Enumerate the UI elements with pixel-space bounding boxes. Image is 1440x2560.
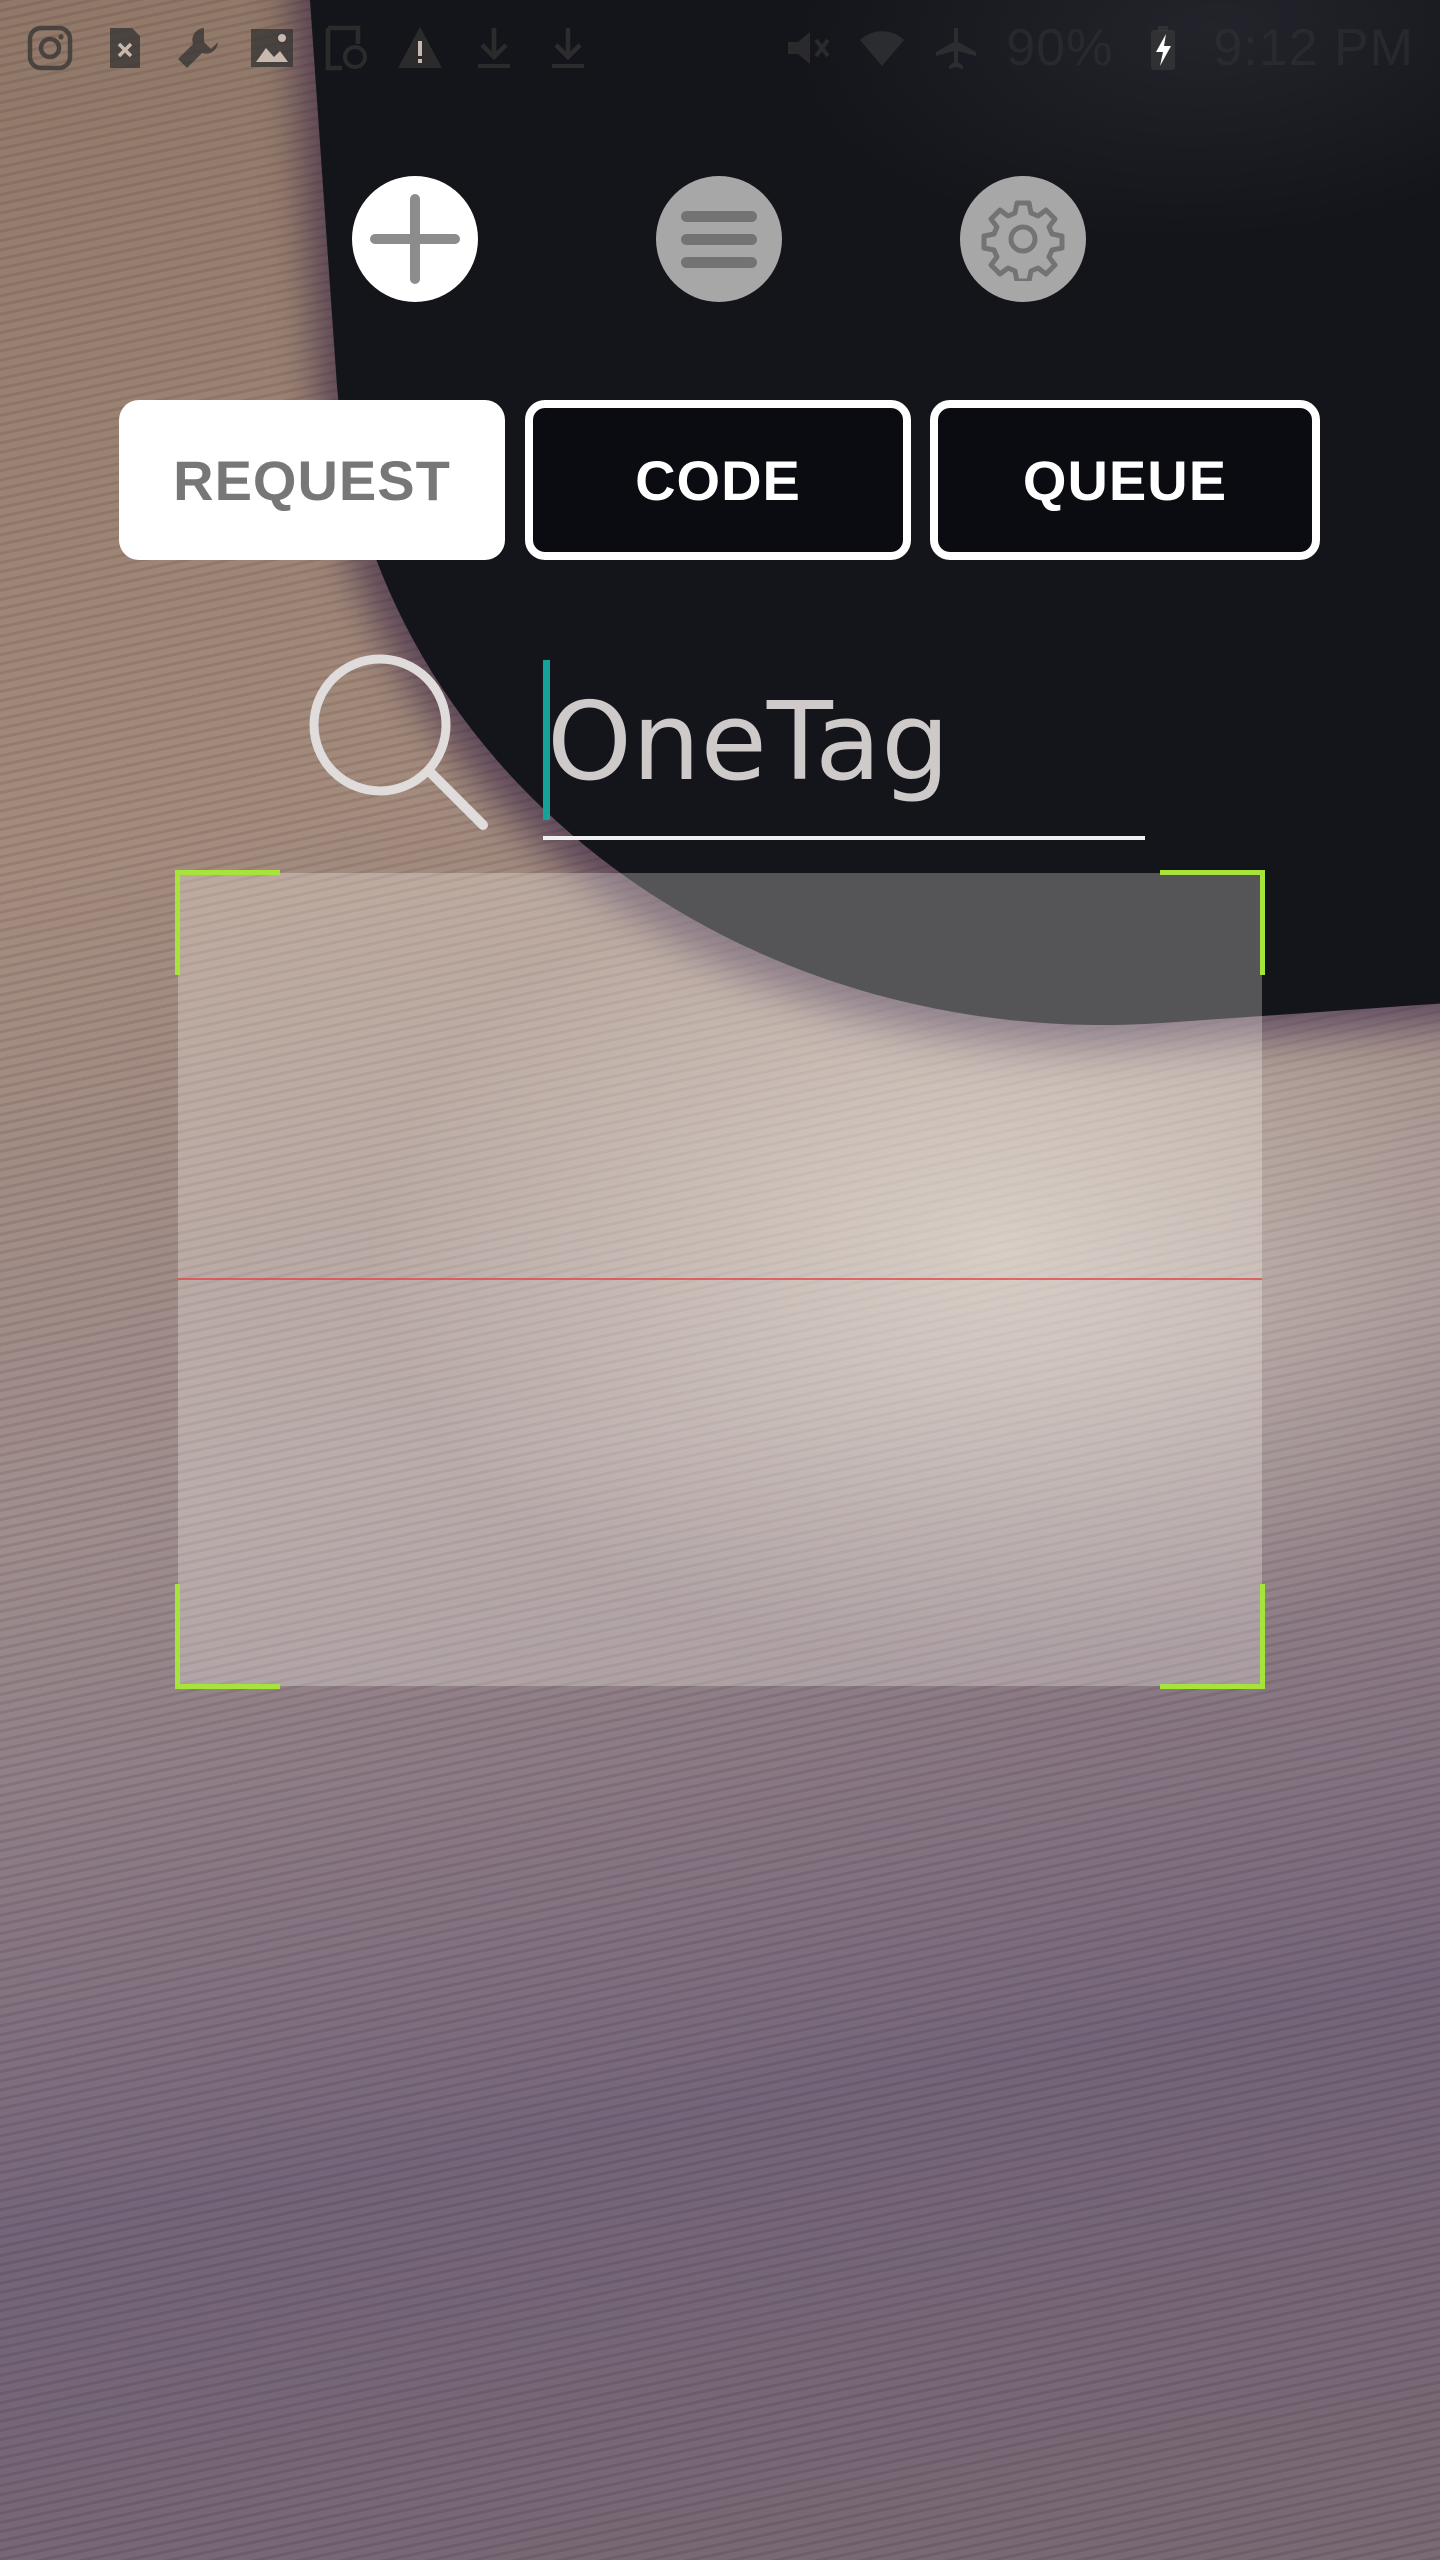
scan-frame	[175, 870, 1265, 1689]
search-placeholder: OneTag	[547, 680, 950, 805]
scan-corner-top-right	[1160, 870, 1265, 975]
tab-code[interactable]: CODE	[525, 400, 911, 560]
gear-icon	[981, 200, 1065, 281]
hamburger-icon	[681, 211, 757, 268]
tab-code-label: CODE	[635, 448, 801, 512]
scan-corner-bottom-right	[1160, 1584, 1265, 1689]
sync-icon	[322, 24, 370, 72]
airplane-icon	[932, 24, 980, 72]
scan-corner-bottom-left	[175, 1584, 280, 1689]
tab-queue-label: QUEUE	[1022, 448, 1228, 512]
clock: 9:12 PM	[1213, 19, 1414, 77]
menu-button[interactable]	[656, 176, 782, 302]
plus-icon	[370, 194, 460, 284]
wifi-icon	[858, 24, 906, 72]
settings-button[interactable]	[960, 176, 1086, 302]
add-button[interactable]	[352, 176, 478, 302]
tab-request[interactable]: REQUEST	[119, 400, 505, 560]
download-icon	[544, 24, 592, 72]
download-icon	[470, 24, 518, 72]
mute-icon	[784, 24, 832, 72]
scan-laser-line	[178, 1278, 1262, 1280]
warning-icon	[396, 24, 444, 72]
instagram-icon	[26, 24, 74, 72]
image-icon	[248, 24, 296, 72]
wrench-icon	[174, 24, 222, 72]
search-input[interactable]: OneTag	[543, 650, 1145, 840]
status-bar: 90% 9:12 PM	[0, 0, 1440, 96]
tab-queue[interactable]: QUEUE	[930, 400, 1320, 560]
tab-request-label: REQUEST	[173, 448, 451, 512]
sim-error-icon	[100, 24, 148, 72]
search-icon[interactable]	[300, 645, 500, 845]
battery-percentage: 90%	[1006, 19, 1114, 77]
scan-corner-top-left	[175, 870, 280, 975]
battery-charging-icon	[1139, 24, 1187, 72]
